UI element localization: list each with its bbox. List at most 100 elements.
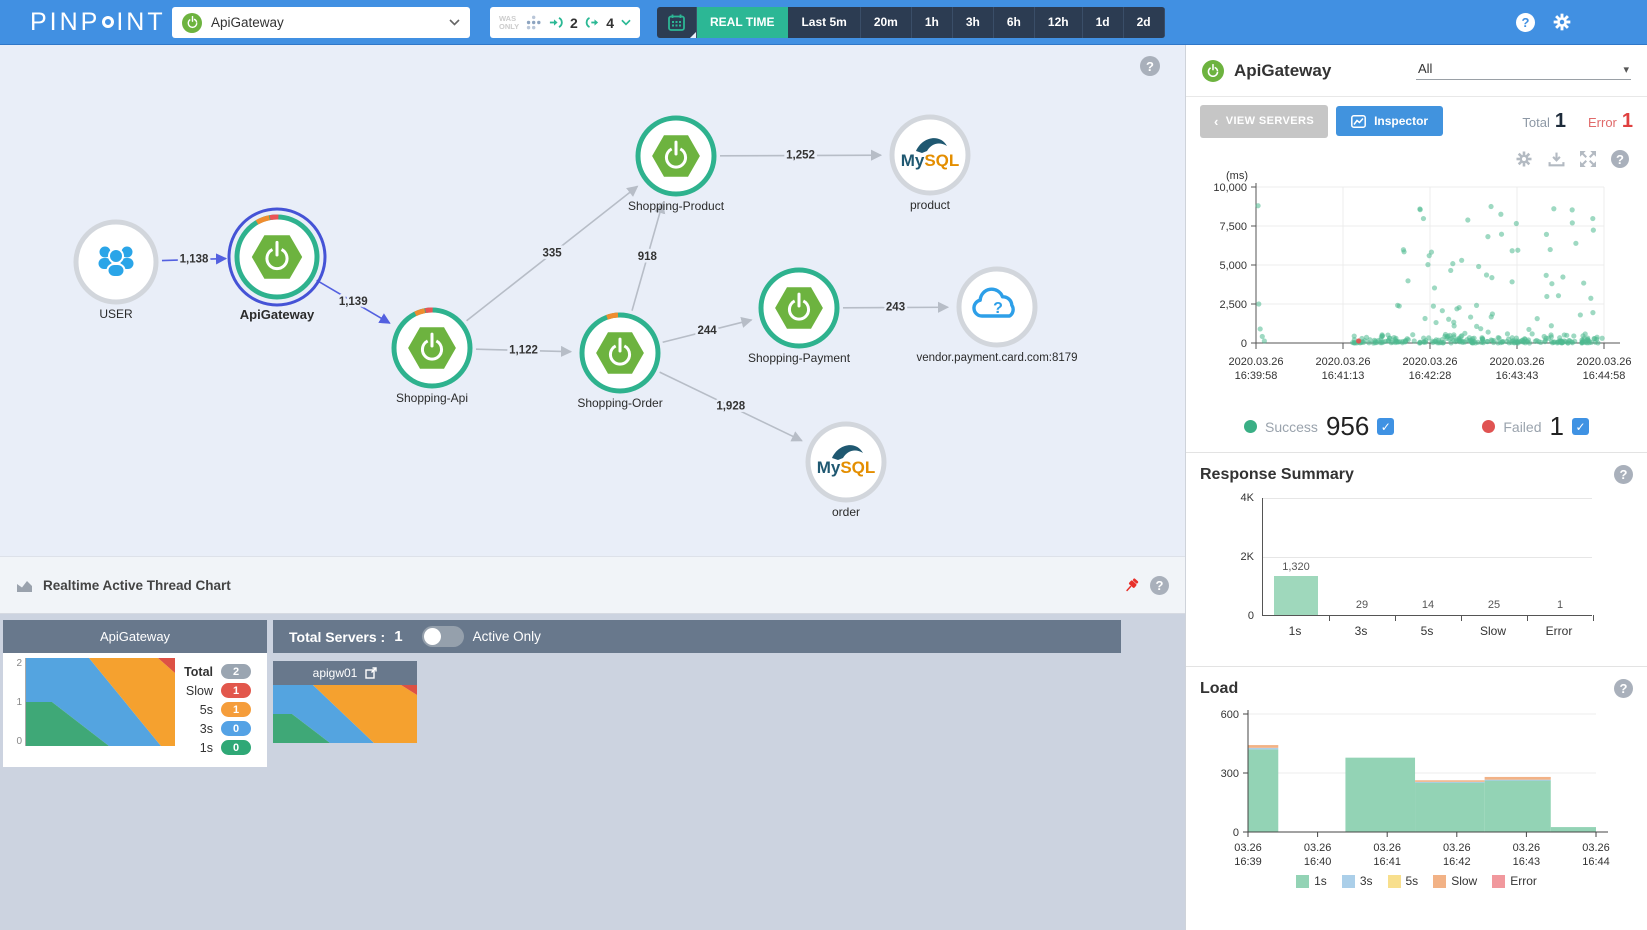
- fullscreen-icon[interactable]: [1580, 151, 1596, 167]
- inspector-button[interactable]: Inspector: [1336, 106, 1443, 136]
- pinpoint-logo[interactable]: PINPINT: [30, 8, 166, 37]
- edge-label-shopping-api-shopping-order[interactable]: 1,122: [509, 344, 538, 356]
- load-seg-slow: [1248, 745, 1278, 748]
- response-summary-title: Response Summary: [1200, 466, 1354, 484]
- time-range-1d[interactable]: 1d: [1083, 7, 1124, 38]
- node-label-order: order: [832, 505, 860, 519]
- active-only-toggle[interactable]: [422, 626, 464, 647]
- node-apigateway[interactable]: ApiGateway: [229, 209, 325, 322]
- load-title: Load: [1200, 680, 1238, 698]
- error-count: 1: [1622, 110, 1633, 133]
- load-legend-error[interactable]: Error: [1492, 874, 1537, 888]
- edge-label-shopping-api-shopping-product[interactable]: 335: [542, 248, 562, 260]
- load-legend-slow[interactable]: Slow: [1433, 874, 1477, 888]
- success-legend: Success 956 ✓: [1244, 411, 1394, 442]
- sidebar-toolbar: ‹ VIEW SERVERS Inspector Total 1 Error 1: [1186, 97, 1647, 145]
- success-dot-icon: [1244, 420, 1257, 433]
- svg-text:03.2616:43: 03.2616:43: [1513, 842, 1541, 868]
- node-label-shopping-payment: Shopping-Payment: [748, 351, 851, 365]
- time-range-6h[interactable]: 6h: [994, 7, 1035, 38]
- server-map[interactable]: 1,138 1,139 335 1,122 918 244 1,928 1,252 243 USE…: [0, 45, 1185, 556]
- time-range-20m[interactable]: 20m: [861, 7, 912, 38]
- application-selector[interactable]: ApiGateway: [172, 7, 470, 38]
- server-thread-mini-chart[interactable]: [273, 685, 417, 743]
- server-card-header[interactable]: apigw01: [273, 661, 417, 685]
- time-range-1h[interactable]: 1h: [912, 7, 953, 38]
- response-summary-section: Response Summary ? 1,32029142514K2K01s3s…: [1186, 453, 1647, 667]
- response-scatter-chart[interactable]: (ms)10,0007,5005,0002,50002020.03.2616:3…: [1200, 171, 1632, 409]
- load-seg-slow: [1415, 780, 1485, 782]
- outbound-arrow-icon: [585, 16, 599, 29]
- node-vendor[interactable]: ?vendor.payment.card.com:8179: [916, 269, 1077, 364]
- total-servers-value: 1: [394, 628, 402, 645]
- svg-text:03.2616:41: 03.2616:41: [1373, 842, 1401, 868]
- thread-chart-y-axis: 210: [9, 658, 25, 759]
- scatter-toolbar: ?: [1200, 147, 1629, 171]
- thread-chart-app-label: ApiGateway: [3, 620, 267, 653]
- node-shopping-order[interactable]: Shopping-Order: [577, 315, 662, 410]
- search-depth-selector[interactable]: WASONLY 2 4: [490, 7, 640, 38]
- view-servers-button[interactable]: ‹ VIEW SERVERS: [1200, 105, 1328, 138]
- help-icon[interactable]: ?: [1516, 13, 1535, 32]
- load-seg-1s: [1485, 780, 1551, 832]
- failed-dot-icon: [1482, 420, 1495, 433]
- time-range-last-5m[interactable]: Last 5m: [788, 7, 860, 38]
- load-seg-slow: [1485, 777, 1551, 780]
- node-label-shopping-order: Shopping-Order: [577, 396, 662, 410]
- gear-icon[interactable]: [1515, 150, 1533, 168]
- scatter-help-icon[interactable]: ?: [1611, 150, 1629, 168]
- load-chart[interactable]: 600300003.2616:3903.2616:4003.2616:4103.…: [1200, 704, 1620, 872]
- active-only-label: Active Only: [473, 629, 541, 644]
- node-order[interactable]: MySQLorder: [808, 424, 884, 519]
- time-range-group: REAL TIMELast 5m20m1h3h6h12h1d2d: [697, 7, 1165, 38]
- response-category-5s: 5s: [1421, 624, 1434, 638]
- svg-text:7,500: 7,500: [1219, 221, 1247, 233]
- thread-legend-slow: Slow1: [181, 683, 251, 698]
- response-summary-chart[interactable]: 1,32029142514K2K01s3s5sSlowError: [1214, 490, 1618, 658]
- edge-label-shopping-order-shopping-payment[interactable]: 244: [697, 325, 717, 337]
- success-checkbox[interactable]: ✓: [1377, 418, 1394, 435]
- edge-label-shopping-order-shopping-product[interactable]: 918: [638, 251, 658, 263]
- response-category-1s: 1s: [1289, 624, 1302, 638]
- response-summary-help-icon[interactable]: ?: [1614, 465, 1633, 484]
- edge-label-shopping-product-product[interactable]: 1,252: [786, 150, 815, 162]
- svg-text:2,500: 2,500: [1219, 299, 1247, 311]
- load-legend-5s[interactable]: 5s: [1388, 874, 1419, 888]
- node-shopping-payment[interactable]: Shopping-Payment: [748, 270, 851, 365]
- node-shopping-api[interactable]: Shopping-Api: [394, 310, 470, 405]
- load-help-icon[interactable]: ?: [1614, 679, 1633, 698]
- edge-label-shopping-payment-vendor[interactable]: 243: [886, 302, 905, 314]
- load-seg-3s: [1485, 780, 1551, 781]
- response-bar-1s[interactable]: [1274, 576, 1318, 615]
- calendar-button[interactable]: [657, 7, 697, 38]
- response-value-slow: 25: [1488, 599, 1500, 611]
- svg-text:2020.03.2616:43:43: 2020.03.2616:43:43: [1489, 356, 1544, 382]
- map-help-icon[interactable]: ?: [1140, 56, 1160, 76]
- thread-panel-help-icon[interactable]: ?: [1150, 576, 1169, 595]
- time-range-real-time[interactable]: REAL TIME: [697, 7, 788, 38]
- load-legend-1s[interactable]: 1s: [1296, 874, 1327, 888]
- svg-text:MySQL: MySQL: [901, 151, 960, 170]
- node-product[interactable]: MySQLproduct: [892, 117, 968, 212]
- was-only-label: WASONLY: [499, 15, 519, 31]
- svg-text:0: 0: [1233, 827, 1239, 839]
- node-user[interactable]: USER: [76, 222, 156, 321]
- load-legend-3s[interactable]: 3s: [1342, 874, 1373, 888]
- chevron-down-icon: [449, 19, 460, 26]
- load-seg-1s: [1415, 782, 1485, 832]
- gear-icon[interactable]: [1552, 12, 1572, 32]
- edge-label-user-apigateway[interactable]: 1,138: [180, 254, 209, 266]
- total-servers-bar: Total Servers : 1 Active Only: [273, 620, 1121, 653]
- time-range-2d[interactable]: 2d: [1124, 7, 1165, 38]
- edge-label-shopping-order-order[interactable]: 1,928: [716, 400, 745, 412]
- time-range-12h[interactable]: 12h: [1035, 7, 1083, 38]
- pin-icon[interactable]: [1123, 577, 1140, 594]
- failed-checkbox[interactable]: ✓: [1572, 418, 1589, 435]
- time-range-3h[interactable]: 3h: [953, 7, 994, 38]
- node-depth-icon: [526, 14, 541, 31]
- download-icon[interactable]: [1548, 152, 1565, 167]
- edge-label-apigateway-shopping-api[interactable]: 1,139: [339, 296, 368, 308]
- sidebar-header: ApiGateway All ▾: [1186, 45, 1647, 97]
- node-shopping-product[interactable]: Shopping-Product: [628, 118, 725, 213]
- agent-filter-select[interactable]: All ▾: [1416, 61, 1631, 80]
